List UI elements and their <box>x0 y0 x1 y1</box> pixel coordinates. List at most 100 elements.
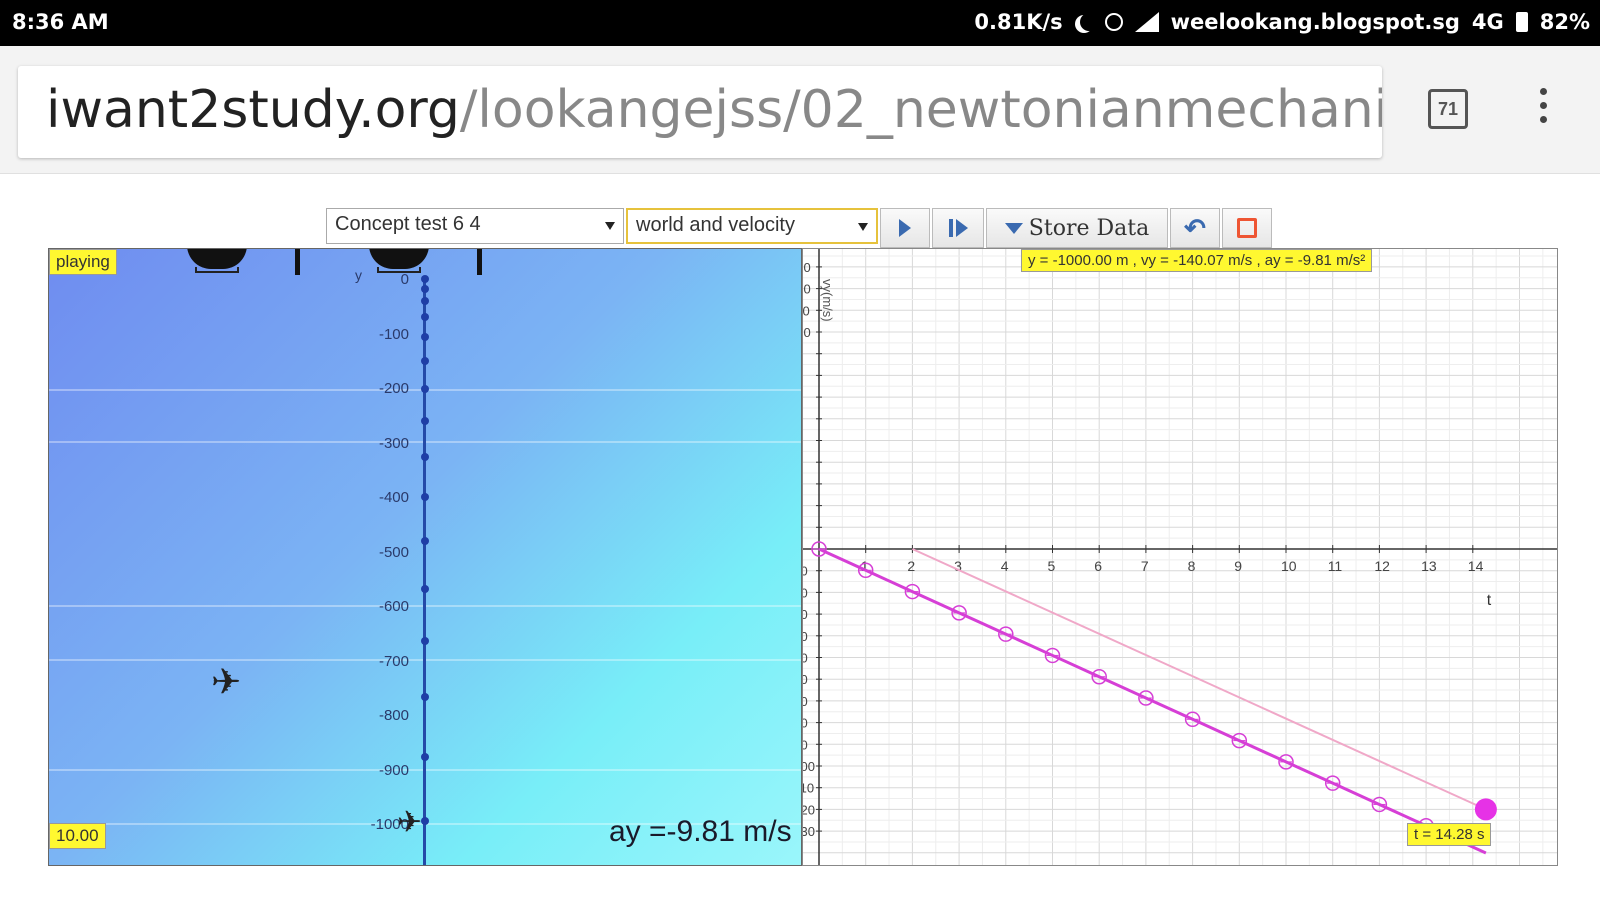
x-tick-label: 7 <box>1141 558 1149 574</box>
y-tick-label: 100 <box>803 325 811 340</box>
alarm-icon <box>1104 13 1123 31</box>
url-path: /lookangejss/02_newtonianmechanics_2k <box>459 80 1382 140</box>
status-time: 8:36 AM <box>12 10 109 34</box>
view-select[interactable]: world and velocity <box>626 208 878 244</box>
y-tick-label: -40 <box>803 629 808 644</box>
reset-button[interactable]: ↶ <box>1170 208 1220 248</box>
stop-icon <box>1237 218 1257 238</box>
y-tick-label: -120 <box>803 802 815 817</box>
url-host: iwant2study.org <box>46 80 460 140</box>
y-tick-label: -90 <box>803 737 808 752</box>
store-data-label: Store Data <box>1028 215 1150 241</box>
play-button[interactable] <box>880 208 930 248</box>
time-readout: t = 14.28 s <box>1407 823 1492 846</box>
x-tick-label: 14 <box>1468 558 1484 574</box>
y-tick-label: -70 <box>803 694 808 709</box>
trail-dot <box>421 817 429 825</box>
pole-icon <box>295 249 300 275</box>
step-button[interactable] <box>932 208 984 248</box>
velocity-chart: 1234567891011121314130120110100908070605… <box>803 249 1557 865</box>
trail-dot <box>421 313 429 321</box>
trail-dot <box>421 297 429 305</box>
world-y-tick: -600 <box>378 598 409 615</box>
world-y-tick: 0 <box>400 271 409 288</box>
scenario-select-value: Concept test 6 4 <box>335 213 481 235</box>
time-tag: 10.00 <box>49 823 106 849</box>
world-y-tick: -700 <box>378 652 409 670</box>
network-speed: 0.81K/s <box>974 10 1063 34</box>
x-axis-label: t <box>1487 592 1492 609</box>
step-icon <box>948 219 968 237</box>
overflow-menu-icon[interactable] <box>1540 88 1548 128</box>
world-y-tick: -200 <box>378 380 409 397</box>
tab-switcher-button[interactable]: 71 <box>1428 89 1468 129</box>
carrier-name: weelookang.blogspot.sg <box>1170 10 1460 34</box>
y-tick-label: -130 <box>803 824 815 839</box>
trail-dot <box>421 693 429 701</box>
store-data-button[interactable]: Store Data <box>986 208 1168 248</box>
state-tag: playing <box>49 249 117 275</box>
trail-dot <box>421 585 429 593</box>
play-icon <box>899 219 911 237</box>
scenario-select[interactable]: Concept test 6 4 <box>326 208 624 244</box>
browser-toolbar: iwant2study.org/lookangejss/02_newtonian… <box>0 46 1600 174</box>
trail-dot <box>421 537 429 545</box>
y-axis-label: vy(m/s) <box>820 279 835 322</box>
trail-dot <box>421 453 429 461</box>
x-tick-label: 13 <box>1421 558 1437 574</box>
y-tick-label: -100 <box>803 759 815 774</box>
dropdown-triangle-icon <box>1004 222 1023 234</box>
y-tick-label: -60 <box>803 672 808 687</box>
chevron-down-icon <box>858 223 868 231</box>
undo-icon: ↶ <box>1184 212 1206 243</box>
x-tick-label: 5 <box>1048 558 1056 574</box>
trail-dot <box>421 357 429 365</box>
x-tick-label: 9 <box>1234 558 1242 574</box>
graph-readout: y = -1000.00 m , vy = -140.07 m/s , ay =… <box>1021 249 1373 272</box>
y-tick-label: 110 <box>803 303 810 318</box>
status-bar: 8:36 AM 0.81K/s weelookang.blogspot.sg 4… <box>0 0 1600 46</box>
world-y-tick: -300 <box>378 434 409 452</box>
x-tick-label: 6 <box>1094 558 1102 574</box>
address-bar[interactable]: iwant2study.org/lookangejss/02_newtonian… <box>18 66 1382 158</box>
world-view[interactable]: y 0 -100 -200 -300 -400 -500 -600 -700 -800 -900-… <box>48 248 802 866</box>
y-tick-label: -20 <box>803 585 808 600</box>
trail-dot <box>421 637 429 645</box>
trail-dot <box>421 753 429 761</box>
current-point-marker <box>1474 798 1497 821</box>
world-y-tick: -900 <box>378 761 409 779</box>
x-tick-label: 8 <box>1188 558 1196 574</box>
y-tick-label: -30 <box>803 607 808 622</box>
moon-icon <box>1080 13 1098 31</box>
world-y-tick: -500 <box>378 543 409 561</box>
y-tick-label: 130 <box>803 260 811 275</box>
velocity-graph[interactable]: 1234567891011121314130120110100908070605… <box>802 248 1558 866</box>
y-tick-label: 120 <box>803 282 811 297</box>
world-y-tick: -400 <box>378 489 409 506</box>
network-type: 4G <box>1471 10 1504 34</box>
trail-dot <box>421 493 429 501</box>
chevron-down-icon <box>605 222 615 230</box>
battery-level: 82% <box>1539 10 1590 34</box>
simulation-toolbar: Concept test 6 4 world and velocity Stor… <box>326 208 1272 248</box>
x-tick-label: 11 <box>1328 558 1343 574</box>
skydiver-icon: ✈ <box>211 661 242 702</box>
signal-icon <box>1134 12 1159 32</box>
ay-readout: ay =-9.81 m/s <box>609 815 792 848</box>
y-axis <box>423 279 426 865</box>
trail-dot <box>421 275 429 283</box>
trail-dot <box>421 417 429 425</box>
skydiver-landed-icon: ✈ <box>397 806 423 839</box>
x-tick-label: 4 <box>1001 558 1009 574</box>
y-tick-label: -110 <box>803 781 814 796</box>
y-tick-label: -50 <box>803 651 808 666</box>
trail-dot <box>421 385 429 393</box>
x-tick-label: 10 <box>1281 558 1297 574</box>
y-tick-label: -10 <box>803 564 808 579</box>
stop-button[interactable] <box>1222 208 1272 248</box>
trail-dot <box>421 285 429 293</box>
world-y-tick: -800 <box>378 707 409 724</box>
view-select-value: world and velocity <box>636 214 795 236</box>
pole-icon <box>477 249 482 275</box>
y-tick-label: -80 <box>803 716 808 731</box>
